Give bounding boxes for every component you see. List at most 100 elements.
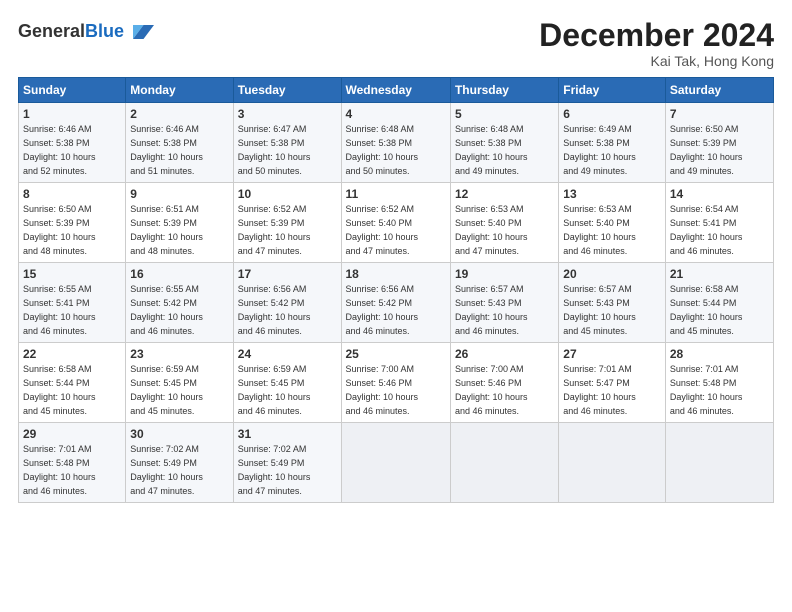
day-cell: [665, 423, 773, 503]
header-sunday: Sunday: [19, 78, 126, 103]
day-cell: 17Sunrise: 6:56 AM Sunset: 5:42 PM Dayli…: [233, 263, 341, 343]
day-info: Sunrise: 6:52 AM Sunset: 5:40 PM Dayligh…: [346, 204, 419, 255]
day-cell: 9 Sunrise: 6:51 AM Sunset: 5:39 PM Daylig…: [126, 183, 233, 263]
day-number: 17: [238, 266, 337, 282]
logo: GeneralBlue: [18, 18, 154, 46]
day-info: Sunrise: 7:00 AM Sunset: 5:46 PM Dayligh…: [455, 364, 528, 415]
day-cell: 19Sunrise: 6:57 AM Sunset: 5:43 PM Dayli…: [450, 263, 558, 343]
day-info: Sunrise: 6:59 AM Sunset: 5:45 PM Dayligh…: [130, 364, 203, 415]
day-cell: 20Sunrise: 6:57 AM Sunset: 5:43 PM Dayli…: [559, 263, 666, 343]
day-info: Sunrise: 6:49 AM Sunset: 5:38 PM Dayligh…: [563, 124, 636, 175]
day-number: 27: [563, 346, 661, 362]
day-cell: 4Sunrise: 6:48 AM Sunset: 5:38 PM Daylig…: [341, 103, 450, 183]
logo-blue: Blue: [85, 21, 124, 41]
day-cell: 7 Sunrise: 6:50 AM Sunset: 5:39 PM Daylig…: [665, 103, 773, 183]
day-cell: 12 Sunrise: 6:53 AM Sunset: 5:40 PM Dayli…: [450, 183, 558, 263]
header: GeneralBlue December 2024 Kai Tak, Hong …: [18, 18, 774, 69]
day-number: 25: [346, 346, 446, 362]
day-info: Sunrise: 6:56 AM Sunset: 5:42 PM Dayligh…: [346, 284, 419, 335]
day-cell: 23 Sunrise: 6:59 AM Sunset: 5:45 PM Dayli…: [126, 343, 233, 423]
week-row-2: 15 Sunrise: 6:55 AM Sunset: 5:41 PM Dayli…: [19, 263, 774, 343]
day-number: 9: [130, 186, 228, 202]
day-info: Sunrise: 6:55 AM Sunset: 5:42 PM Dayligh…: [130, 284, 203, 335]
day-info: Sunrise: 6:48 AM Sunset: 5:38 PM Dayligh…: [346, 124, 419, 175]
day-number: 18: [346, 266, 446, 282]
header-wednesday: Wednesday: [341, 78, 450, 103]
day-info: Sunrise: 6:58 AM Sunset: 5:44 PM Dayligh…: [23, 364, 96, 415]
day-number: 8: [23, 186, 121, 202]
day-number: 22: [23, 346, 121, 362]
day-info: Sunrise: 6:50 AM Sunset: 5:39 PM Dayligh…: [23, 204, 96, 255]
day-cell: 22 Sunrise: 6:58 AM Sunset: 5:44 PM Dayli…: [19, 343, 126, 423]
day-cell: 5Sunrise: 6:48 AM Sunset: 5:38 PM Daylig…: [450, 103, 558, 183]
day-info: Sunrise: 6:52 AM Sunset: 5:39 PM Dayligh…: [238, 204, 311, 255]
day-info: Sunrise: 6:57 AM Sunset: 5:43 PM Dayligh…: [563, 284, 636, 335]
week-row-3: 22 Sunrise: 6:58 AM Sunset: 5:44 PM Dayli…: [19, 343, 774, 423]
day-number: 29: [23, 426, 121, 442]
day-cell: 3Sunrise: 6:47 AM Sunset: 5:38 PM Daylig…: [233, 103, 341, 183]
day-cell: 11 Sunrise: 6:52 AM Sunset: 5:40 PM Dayli…: [341, 183, 450, 263]
day-info: Sunrise: 6:53 AM Sunset: 5:40 PM Dayligh…: [455, 204, 528, 255]
header-monday: Monday: [126, 78, 233, 103]
header-saturday: Saturday: [665, 78, 773, 103]
day-info: Sunrise: 6:46 AM Sunset: 5:38 PM Dayligh…: [130, 124, 203, 175]
day-info: Sunrise: 6:55 AM Sunset: 5:41 PM Dayligh…: [23, 284, 96, 335]
day-cell: 6 Sunrise: 6:49 AM Sunset: 5:38 PM Daylig…: [559, 103, 666, 183]
day-number: 16: [130, 266, 228, 282]
day-number: 13: [563, 186, 661, 202]
week-row-4: 29 Sunrise: 7:01 AM Sunset: 5:48 PM Dayli…: [19, 423, 774, 503]
day-info: Sunrise: 7:01 AM Sunset: 5:48 PM Dayligh…: [23, 444, 96, 495]
logo-icon: [126, 18, 154, 46]
day-cell: 16 Sunrise: 6:55 AM Sunset: 5:42 PM Dayli…: [126, 263, 233, 343]
day-info: Sunrise: 6:59 AM Sunset: 5:45 PM Dayligh…: [238, 364, 311, 415]
day-cell: [341, 423, 450, 503]
day-info: Sunrise: 6:54 AM Sunset: 5:41 PM Dayligh…: [670, 204, 743, 255]
day-cell: 18 Sunrise: 6:56 AM Sunset: 5:42 PM Dayli…: [341, 263, 450, 343]
day-number: 14: [670, 186, 769, 202]
day-cell: [450, 423, 558, 503]
header-friday: Friday: [559, 78, 666, 103]
day-info: Sunrise: 6:57 AM Sunset: 5:43 PM Dayligh…: [455, 284, 528, 335]
day-number: 6: [563, 106, 661, 122]
day-cell: 27Sunrise: 7:01 AM Sunset: 5:47 PM Dayli…: [559, 343, 666, 423]
page: GeneralBlue December 2024 Kai Tak, Hong …: [0, 0, 792, 612]
day-number: 11: [346, 186, 446, 202]
day-number: 26: [455, 346, 554, 362]
day-number: 12: [455, 186, 554, 202]
day-cell: 29 Sunrise: 7:01 AM Sunset: 5:48 PM Dayli…: [19, 423, 126, 503]
day-number: 21: [670, 266, 769, 282]
day-cell: 10 Sunrise: 6:52 AM Sunset: 5:39 PM Dayli…: [233, 183, 341, 263]
day-number: 28: [670, 346, 769, 362]
calendar-title: December 2024: [539, 18, 774, 53]
day-info: Sunrise: 6:46 AM Sunset: 5:38 PM Dayligh…: [23, 124, 96, 175]
day-number: 23: [130, 346, 228, 362]
day-cell: 21 Sunrise: 6:58 AM Sunset: 5:44 PM Dayli…: [665, 263, 773, 343]
day-info: Sunrise: 6:58 AM Sunset: 5:44 PM Dayligh…: [670, 284, 743, 335]
day-number: 7: [670, 106, 769, 122]
day-info: Sunrise: 7:00 AM Sunset: 5:46 PM Dayligh…: [346, 364, 419, 415]
day-cell: 26 Sunrise: 7:00 AM Sunset: 5:46 PM Dayli…: [450, 343, 558, 423]
day-info: Sunrise: 6:51 AM Sunset: 5:39 PM Dayligh…: [130, 204, 203, 255]
day-cell: 15 Sunrise: 6:55 AM Sunset: 5:41 PM Dayli…: [19, 263, 126, 343]
day-number: 5: [455, 106, 554, 122]
day-number: 10: [238, 186, 337, 202]
day-cell: 13Sunrise: 6:53 AM Sunset: 5:40 PM Dayli…: [559, 183, 666, 263]
day-info: Sunrise: 6:50 AM Sunset: 5:39 PM Dayligh…: [670, 124, 743, 175]
day-cell: 25 Sunrise: 7:00 AM Sunset: 5:46 PM Dayli…: [341, 343, 450, 423]
day-info: Sunrise: 7:02 AM Sunset: 5:49 PM Dayligh…: [130, 444, 203, 495]
day-cell: 30 Sunrise: 7:02 AM Sunset: 5:49 PM Dayli…: [126, 423, 233, 503]
day-info: Sunrise: 7:01 AM Sunset: 5:48 PM Dayligh…: [670, 364, 743, 415]
day-cell: 31 Sunrise: 7:02 AM Sunset: 5:49 PM Dayli…: [233, 423, 341, 503]
day-number: 15: [23, 266, 121, 282]
day-number: 30: [130, 426, 228, 442]
day-cell: 24Sunrise: 6:59 AM Sunset: 5:45 PM Dayli…: [233, 343, 341, 423]
day-number: 31: [238, 426, 337, 442]
week-row-0: 1Sunrise: 6:46 AM Sunset: 5:38 PM Daylig…: [19, 103, 774, 183]
day-cell: 2Sunrise: 6:46 AM Sunset: 5:38 PM Daylig…: [126, 103, 233, 183]
calendar-subtitle: Kai Tak, Hong Kong: [539, 53, 774, 69]
day-info: Sunrise: 7:02 AM Sunset: 5:49 PM Dayligh…: [238, 444, 311, 495]
week-row-1: 8 Sunrise: 6:50 AM Sunset: 5:39 PM Daylig…: [19, 183, 774, 263]
title-block: December 2024 Kai Tak, Hong Kong: [539, 18, 774, 69]
calendar-table: SundayMondayTuesdayWednesdayThursdayFrid…: [18, 77, 774, 503]
day-number: 3: [238, 106, 337, 122]
